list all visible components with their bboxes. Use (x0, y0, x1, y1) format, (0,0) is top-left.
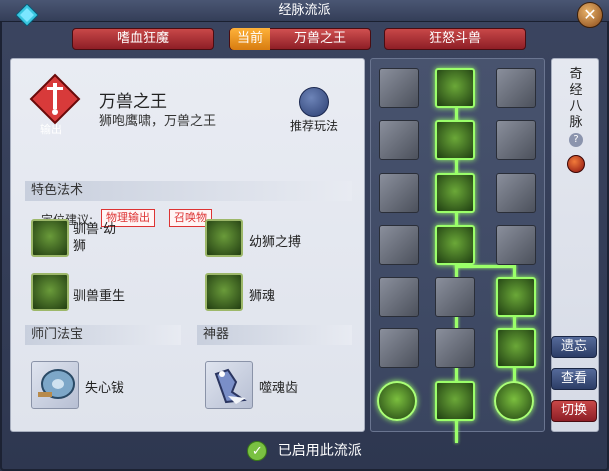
guide-button[interactable]: 推荐玩法 (283, 87, 345, 135)
school-name: 万兽之王 (99, 92, 167, 112)
lion-rebirth-icon[interactable] (31, 273, 69, 311)
cymbal-icon[interactable] (31, 361, 79, 409)
red-gem-icon[interactable] (567, 155, 585, 173)
skill-label: 驯兽·幼 狮 (73, 222, 117, 254)
meridian-node-5-3[interactable] (496, 277, 536, 317)
meridian-node-7-1[interactable] (377, 381, 417, 421)
meridian-node-3-1[interactable] (379, 173, 419, 213)
question-icon[interactable]: ? (569, 133, 583, 147)
close-button[interactable]: ✕ (577, 2, 603, 28)
meridian-node-1-2[interactable] (435, 68, 475, 108)
meridian-node-6-2[interactable] (435, 328, 475, 368)
lion-cub-icon[interactable] (31, 219, 69, 257)
meridian-node-3-2[interactable] (435, 173, 475, 213)
tab-furious-beast[interactable]: 狂怒斗兽 (384, 28, 526, 50)
footer-status: ✓ 已启用此流派 (0, 438, 609, 468)
view-button[interactable]: 查看 (551, 368, 597, 390)
school-desc: 狮咆鹰啸，万兽之王 (99, 114, 217, 129)
meridian-node-5-2[interactable] (435, 277, 475, 317)
check-icon: ✓ (247, 441, 268, 461)
meridian-node-4-1[interactable] (379, 225, 419, 265)
lion-strike-icon[interactable] (205, 219, 243, 257)
section-artifact: 神器 (197, 325, 352, 345)
skill-label: 狮魂 (249, 289, 276, 304)
current-badge: 当前 (230, 28, 270, 50)
soul-fang-icon[interactable] (205, 361, 253, 409)
meridian-node-6-1[interactable] (379, 328, 419, 368)
section-treasure: 师门法宝 (25, 325, 181, 345)
meridian-node-3-3[interactable] (496, 173, 536, 213)
meridian-node-6-3[interactable] (496, 328, 536, 368)
corner-gem-icon (16, 4, 38, 26)
school-tabs: 嗜血狂魔 当前 万兽之王 狂怒斗兽 (0, 26, 609, 52)
meridian-node-2-2[interactable] (435, 120, 475, 160)
meridian-node-7-3[interactable] (494, 381, 534, 421)
side-title: 奇经八脉 (569, 67, 583, 130)
close-icon: ✕ (583, 5, 597, 24)
item-label: 失心钹 (85, 381, 125, 396)
section-special: 特色法术 (25, 181, 352, 201)
meridian-node-4-2[interactable] (435, 225, 475, 265)
meridian-node-1-1[interactable] (379, 68, 419, 108)
tab-beast-king[interactable]: 当前 万兽之王 (229, 28, 371, 50)
item-label: 噬魂齿 (259, 381, 299, 396)
book-icon (299, 87, 329, 117)
school-info-panel: 输出 万兽之王 狮咆鹰啸，万兽之王 推荐玩法 定位建议: 物理输出 召唤物 特色… (10, 58, 365, 432)
meridian-node-2-3[interactable] (496, 120, 536, 160)
window-title: 经脉流派 (278, 3, 331, 18)
role-badge: 输出 (40, 123, 62, 136)
skill-label: 驯兽重生 (73, 289, 126, 304)
meridian-node-4-3[interactable] (496, 225, 536, 265)
grid-connector (455, 265, 515, 268)
status-text: 已启用此流派 (277, 443, 362, 459)
output-role-icon (29, 73, 81, 125)
forget-button[interactable]: 遗忘 (551, 336, 597, 358)
meridian-node-7-2[interactable] (435, 381, 475, 421)
title-bar: 经脉流派 (0, 0, 609, 22)
tab-bloodthirsty[interactable]: 嗜血狂魔 (72, 28, 214, 50)
lion-soul-icon[interactable] (205, 273, 243, 311)
meridian-node-1-3[interactable] (496, 68, 536, 108)
switch-button[interactable]: 切换 (551, 400, 597, 422)
skill-label: 幼狮之搏 (249, 235, 302, 250)
meridian-node-2-1[interactable] (379, 120, 419, 160)
meridian-node-5-1[interactable] (379, 277, 419, 317)
